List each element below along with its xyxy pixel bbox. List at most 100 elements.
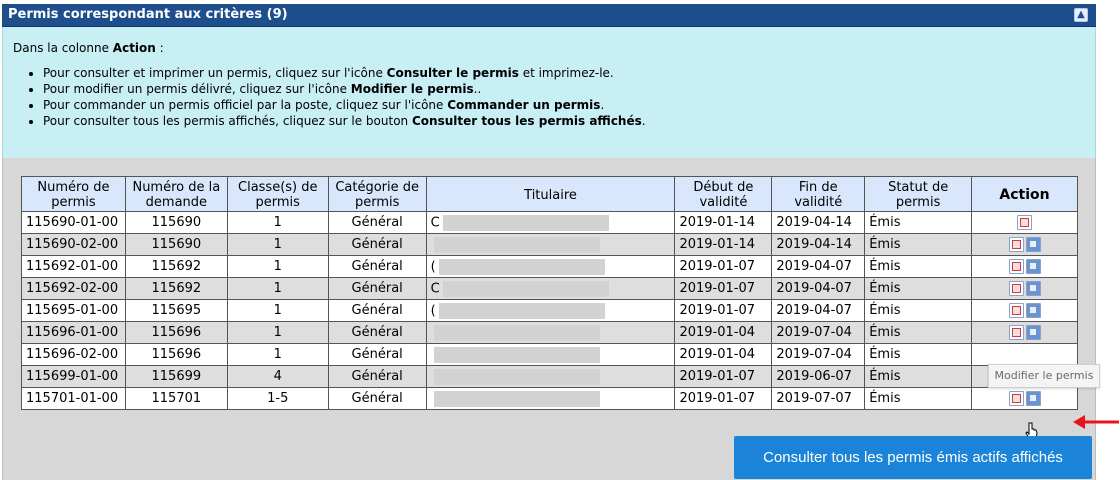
cell-debut: 2019-01-14 [674, 211, 773, 234]
table-row: 115699-01-00 115699 4 Général 2019-01-07 2019… [21, 365, 1078, 388]
cell-numero-demande: 115695 [124, 299, 228, 322]
table-header-row: Numéro de permis Numéro de la demande Cl… [21, 176, 1078, 212]
cell-statut: Émis [864, 299, 973, 322]
instruction-item: Pour commander un permis officiel par la… [43, 97, 1085, 113]
cell-fin: 2019-07-04 [771, 343, 866, 366]
intro-prefix: Dans la colonne [13, 41, 113, 55]
collapse-up-icon[interactable]: ▲ [1074, 8, 1088, 22]
cell-debut: 2019-01-07 [674, 299, 773, 322]
results-area: Numéro de permis Numéro de la demande Cl… [2, 158, 1096, 480]
table-row: 115690-01-00 115690 1 Général C 2019-01-14 201… [21, 211, 1078, 234]
cell-categorie: Général [327, 321, 427, 344]
cell-fin: 2019-04-14 [771, 233, 866, 256]
edit-permit-icon[interactable] [1025, 259, 1041, 274]
cell-action [971, 321, 1078, 344]
cell-classe: 1 [226, 299, 329, 322]
cell-action [971, 299, 1078, 322]
col-header-action: Action [971, 176, 1078, 212]
cell-classe: 1 [226, 233, 329, 256]
view-permit-icon[interactable] [1017, 215, 1033, 230]
permits-panel: Permis correspondant aux critères (9) ▲ … [2, 4, 1096, 480]
cell-fin: 2019-04-07 [771, 299, 866, 322]
col-header-statut[interactable]: Statut de permis [864, 176, 973, 212]
cell-titulaire [425, 321, 676, 344]
cell-categorie: Général [327, 211, 427, 234]
instructions-list: Pour consulter et imprimer un permis, cl… [13, 65, 1085, 129]
cell-action [971, 211, 1078, 234]
cell-numero-demande: 115701 [124, 387, 228, 410]
cell-classe: 4 [226, 365, 329, 388]
cell-titulaire [425, 365, 676, 388]
cell-fin: 2019-07-04 [771, 321, 866, 344]
cell-titulaire [425, 387, 676, 410]
cell-statut: Émis [864, 321, 973, 344]
cell-fin: 2019-04-07 [771, 255, 866, 278]
cell-numero-demande: 115690 [124, 211, 228, 234]
view-permit-icon[interactable] [1008, 237, 1024, 252]
col-header-fin[interactable]: Fin de validité [771, 176, 866, 212]
titulaire-initial: ( [430, 259, 436, 274]
cell-categorie: Général [327, 233, 427, 256]
view-permit-icon[interactable] [1008, 303, 1024, 318]
col-header-debut[interactable]: Début de validité [674, 176, 773, 212]
cell-statut: Émis [864, 211, 973, 234]
edit-permit-icon[interactable] [1025, 237, 1041, 252]
redacted-name [438, 258, 605, 275]
tooltip: Modifier le permis [988, 364, 1100, 388]
edit-permit-icon[interactable] [1025, 391, 1041, 406]
edit-permit-icon[interactable] [1025, 303, 1041, 318]
instructions-intro: Dans la colonne Action : [13, 41, 1085, 55]
red-arrow-icon [1073, 415, 1119, 429]
edit-permit-icon[interactable] [1025, 325, 1041, 340]
view-permit-icon[interactable] [1008, 259, 1024, 274]
cell-debut: 2019-01-07 [674, 387, 773, 410]
permits-table: Numéro de permis Numéro de la demande Cl… [21, 176, 1078, 410]
cell-numero-permis: 115696-02-00 [21, 343, 126, 366]
cell-debut: 2019-01-07 [674, 365, 773, 388]
cell-titulaire: ( [425, 255, 676, 278]
col-header-numero-permis[interactable]: Numéro de permis [21, 176, 126, 212]
instructions-box: Dans la colonne Action : Pour consulter … [2, 27, 1096, 158]
cell-statut: Émis [864, 233, 973, 256]
col-header-numero-demande[interactable]: Numéro de la demande [124, 176, 228, 212]
cell-numero-demande: 115696 [124, 321, 228, 344]
view-permit-icon[interactable] [1008, 325, 1024, 340]
intro-bold: Action [112, 41, 156, 55]
redacted-name [442, 280, 609, 297]
table-row: 115692-01-00 115692 1 Général(2019-01-07 201… [21, 255, 1078, 278]
cell-action [971, 233, 1078, 256]
titulaire-initial: C [430, 281, 440, 296]
cell-fin: 2019-06-07 [771, 365, 866, 388]
view-permit-icon[interactable] [1008, 281, 1024, 296]
view-permit-icon[interactable] [1008, 391, 1024, 406]
panel-header: Permis correspondant aux critères (9) ▲ [2, 4, 1096, 27]
table-row: 115692-02-00 115692 1 Général C 2019-01-07 201… [21, 277, 1078, 300]
cell-numero-demande: 115690 [124, 233, 228, 256]
cell-action [971, 255, 1078, 278]
titulaire-initial: ( [430, 303, 436, 318]
cell-numero-demande: 115696 [124, 343, 228, 366]
table-row: 115701-01-00 115701 1-5 Général 2019-01-07 20… [21, 387, 1078, 410]
cell-categorie: Général [327, 277, 427, 300]
cell-titulaire: C [425, 277, 676, 300]
intro-suffix: : [155, 41, 164, 55]
cell-numero-permis: 115695-01-00 [21, 299, 126, 322]
cell-categorie: Général [327, 299, 427, 322]
col-header-classe[interactable]: Classe(s) de permis [226, 176, 329, 212]
table-row: 115696-01-00 115696 1 Général 2019-01-04 2019… [21, 321, 1078, 344]
cell-numero-demande: 115692 [124, 277, 228, 300]
col-header-categorie[interactable]: Catégorie de permis [327, 176, 427, 212]
cell-action [971, 343, 1078, 366]
cell-numero-permis: 115699-01-00 [21, 365, 126, 388]
col-header-titulaire[interactable]: Titulaire [425, 176, 676, 212]
edit-permit-icon[interactable] [1025, 281, 1041, 296]
cell-debut: 2019-01-07 [674, 255, 773, 278]
cell-debut: 2019-01-14 [674, 233, 773, 256]
redacted-name [433, 390, 600, 407]
cell-numero-demande: 115699 [124, 365, 228, 388]
redacted-name [433, 324, 600, 341]
cell-debut: 2019-01-04 [674, 343, 773, 366]
consult-all-button[interactable]: Consulter tous les permis émis actifs af… [734, 436, 1092, 479]
cell-numero-permis: 115696-01-00 [21, 321, 126, 344]
cell-debut: 2019-01-07 [674, 277, 773, 300]
